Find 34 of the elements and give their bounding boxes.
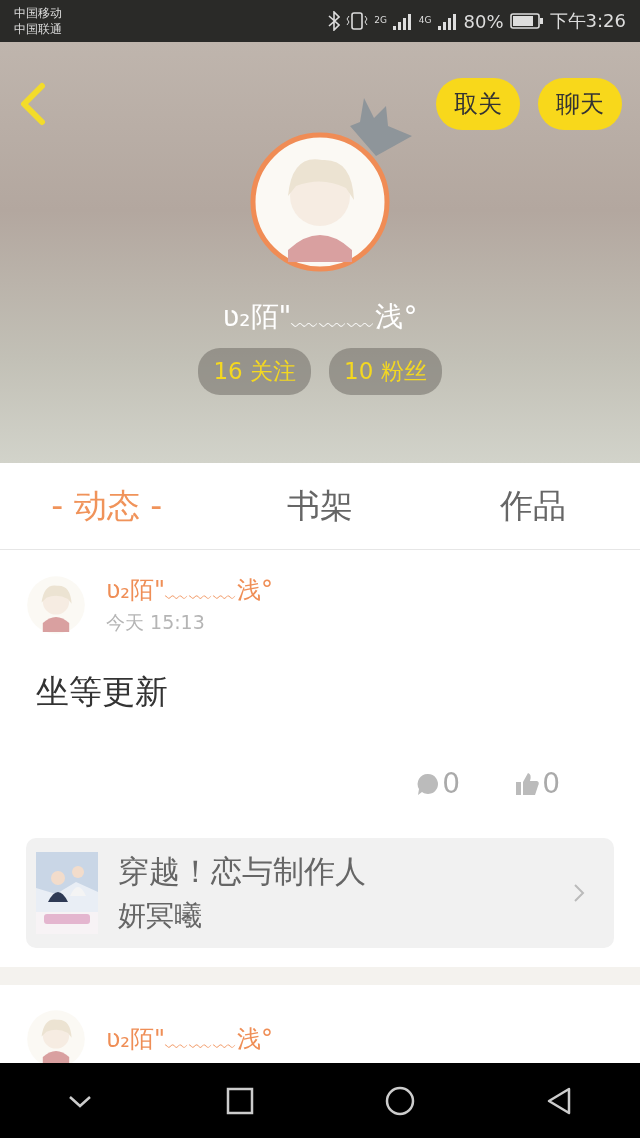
tab[interactable]: 作品: [426, 463, 640, 549]
tab[interactable]: 书架: [213, 463, 427, 549]
following-count[interactable]: 16 关注: [198, 348, 311, 395]
post-time: 今天 15:13: [106, 610, 206, 635]
home-icon[interactable]: [385, 1085, 415, 1116]
chevron-right-icon: [572, 882, 586, 904]
post-author[interactable]: ʋ₂陌"﹏﹏﹏浅°: [106, 574, 273, 606]
comment-icon: [416, 771, 441, 796]
battery-percent: 80%: [463, 10, 504, 32]
book-card[interactable]: 穿越！恋与制作人 妍冥曦: [26, 838, 614, 948]
square-icon[interactable]: [225, 1085, 255, 1116]
network-label: 2G: [374, 15, 387, 25]
network-label: 4G: [418, 15, 432, 25]
battery-icon: [509, 12, 544, 30]
tab[interactable]: - 动态 -: [0, 463, 214, 549]
unfollow-button[interactable]: 取关: [436, 78, 520, 130]
signal-icon: [437, 12, 458, 30]
followers-count[interactable]: 10 粉丝: [329, 348, 442, 395]
carrier-name: 中国联通: [14, 21, 62, 37]
book-title: 穿越！恋与制作人: [118, 852, 367, 891]
chat-button[interactable]: 聊天: [538, 78, 622, 130]
post-text: 坐等更新: [36, 671, 169, 713]
book-author: 妍冥曦: [118, 898, 203, 934]
clock: 下午3:26: [549, 9, 626, 33]
comment-count[interactable]: 0: [416, 767, 461, 800]
like-count[interactable]: 0: [514, 767, 560, 800]
thumbs-up-icon: [514, 771, 541, 796]
bluetooth-icon: [328, 11, 341, 31]
carrier-name: 中国移动: [14, 5, 62, 21]
signal-icon: [392, 12, 413, 30]
user-avatar: [26, 575, 86, 635]
username: ʋ₂陌"﹏﹏﹏浅°: [222, 299, 418, 335]
vibrate-icon: [346, 11, 369, 31]
post-author[interactable]: ʋ₂陌"﹏﹏﹏浅°: [106, 1023, 273, 1055]
